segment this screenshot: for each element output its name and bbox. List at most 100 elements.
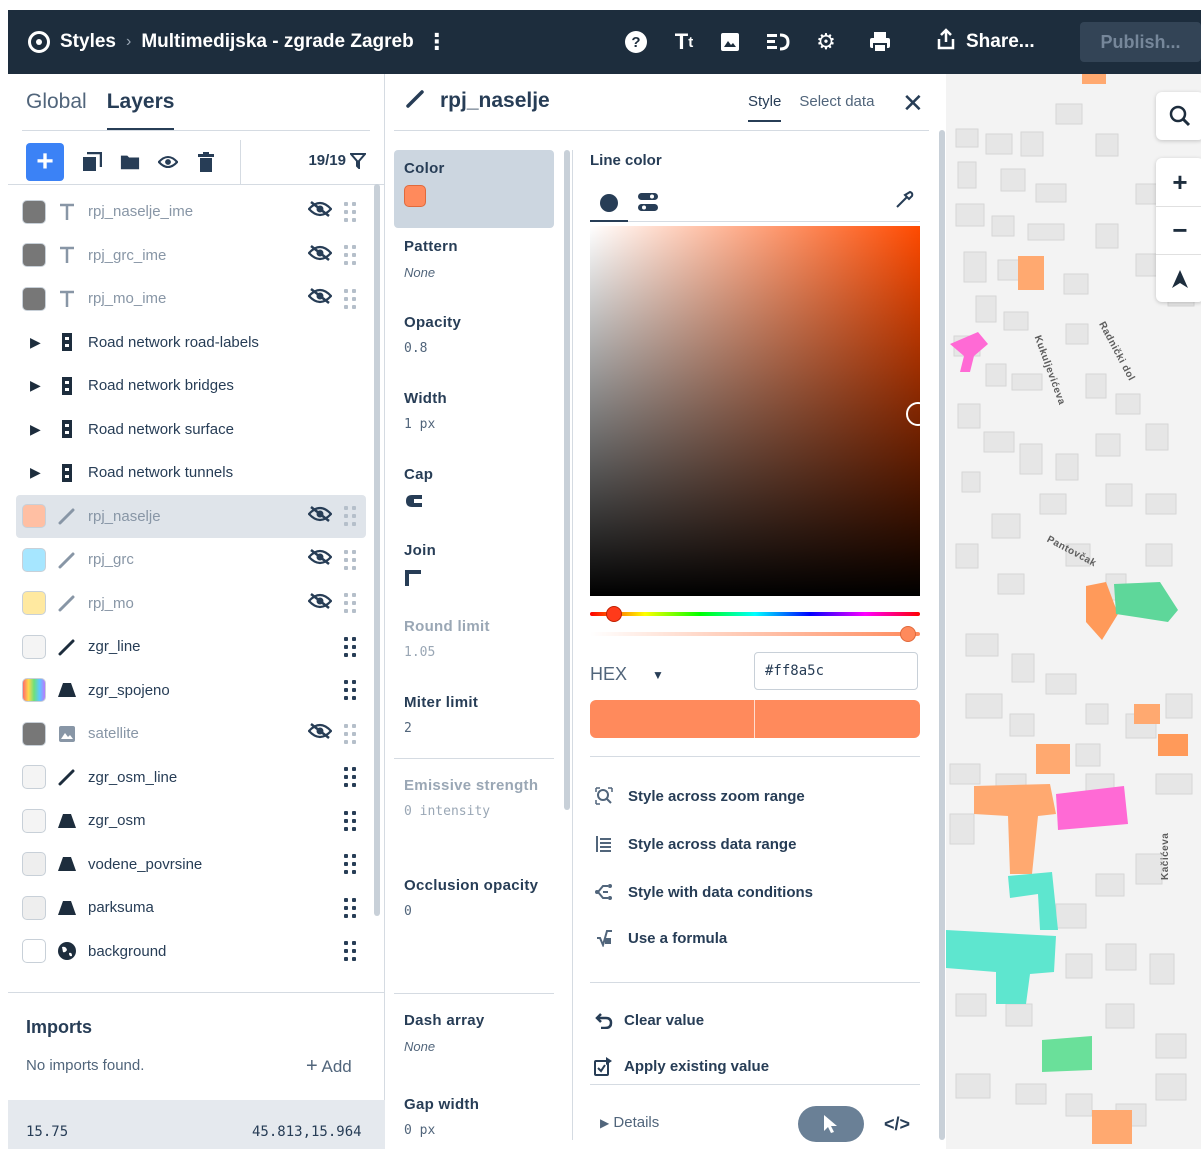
add-layer-button[interactable]: + [26,143,64,181]
clear-value-button[interactable]: Clear value [594,1010,704,1030]
layer-color-swatch[interactable] [22,808,46,833]
single-value-icon[interactable] [600,194,618,212]
compass-icon[interactable] [1156,254,1201,302]
eye-hidden-icon[interactable] [307,548,333,571]
drag-handle-icon[interactable] [344,810,358,831]
drag-handle-icon[interactable] [344,288,358,309]
help-icon[interactable]: ? [620,26,652,58]
property-color[interactable]: Color [394,150,554,228]
eye-hidden-icon[interactable] [307,200,333,223]
alpha-slider[interactable] [590,632,920,636]
property-miter-limit[interactable]: Miter limit 2 [394,684,554,750]
layer-color-swatch[interactable] [22,721,46,746]
style-across-data-range-button[interactable]: Style across data range [594,834,796,854]
property-width[interactable]: Width 1 px [394,380,554,456]
studio-logo-icon[interactable] [28,31,50,53]
image-icon[interactable] [714,26,746,58]
add-import-button[interactable]: + Add [306,1055,352,1078]
details-toggle[interactable]: ▶ Details [600,1114,659,1131]
layer-row[interactable]: rpj_mo_ime [16,277,366,321]
property-dash-array[interactable]: Dash array None [394,1002,554,1086]
drag-handle-icon[interactable] [344,941,358,962]
eye-icon[interactable] [158,151,178,173]
layer-color-swatch[interactable] [22,591,46,616]
layer-color-swatch[interactable] [22,895,46,920]
publish-button[interactable]: Publish... [1080,22,1201,62]
property-opacity[interactable]: Opacity 0.8 [394,304,554,380]
tab-layers[interactable]: Layers [106,90,175,130]
layer-row[interactable]: rpj_mo [16,582,366,626]
property-pattern[interactable]: Pattern None [394,228,554,304]
layer-color-swatch[interactable] [22,678,46,703]
drag-handle-icon[interactable] [344,506,358,527]
style-with-data-conditions-button[interactable]: Style with data conditions [594,882,813,902]
property-emissive-strength[interactable]: Emissive strength 0 intensity [394,767,554,867]
use-a-formula-button[interactable]: Use a formula [594,928,727,948]
code-icon[interactable]: </> [884,1114,910,1135]
layer-color-swatch[interactable] [22,547,46,572]
drag-handle-icon[interactable] [344,897,358,918]
layer-color-swatch[interactable] [22,286,46,311]
chevron-down-icon[interactable]: ▼ [652,668,664,682]
editor-scrollbar[interactable] [939,130,945,1140]
layer-row[interactable]: rpj_grc_ime [16,234,366,278]
layer-row[interactable]: satellite [16,712,366,756]
share-button[interactable]: Share... [936,28,1035,56]
inspect-mode-button[interactable] [798,1106,864,1142]
import-icon[interactable] [762,26,794,58]
layer-row[interactable]: background [16,930,366,974]
layer-row[interactable]: zgr_osm [16,799,366,843]
layer-row[interactable]: vodene_povrsine [16,843,366,887]
layer-row[interactable]: zgr_osm_line [16,756,366,800]
hue-slider[interactable] [590,612,920,616]
drag-handle-icon[interactable] [344,854,358,875]
expand-caret-icon[interactable]: ▶ [30,334,44,351]
layer-count-filter[interactable]: 19/19 [308,152,366,169]
map-view[interactable]: Kukuljevićeva Radnički dol Pantovčak Kač… [946,74,1201,1149]
property-round-limit[interactable]: Round limit 1.05 [394,608,554,684]
eyedropper-icon[interactable] [894,190,914,216]
duplicate-icon[interactable] [82,151,102,173]
typography-icon[interactable]: Tt [668,26,700,58]
hue-handle[interactable] [606,606,622,622]
layer-color-swatch[interactable] [22,765,46,790]
tab-style[interactable]: Style [748,93,782,122]
layer-row[interactable]: zgr_spojeno [16,669,366,713]
property-list-scrollbar[interactable] [564,150,570,810]
layer-color-swatch[interactable] [22,852,46,877]
zoom-in-icon[interactable]: + [1156,158,1201,206]
eye-hidden-icon[interactable] [307,244,333,267]
breadcrumb-styles-link[interactable]: Styles [60,31,116,53]
eye-hidden-icon[interactable] [307,505,333,528]
layer-row[interactable]: parksuma [16,886,366,930]
apply-existing-value-button[interactable]: Apply existing value [594,1056,769,1076]
layer-group-row[interactable]: ▶ Road network road-labels [16,321,366,365]
layer-color-swatch[interactable] [22,634,46,659]
settings-icon[interactable]: ⚙ [810,26,842,58]
drag-handle-icon[interactable] [344,723,358,744]
drag-handle-icon[interactable] [344,201,358,222]
hex-input[interactable] [754,652,918,690]
layer-group-row[interactable]: ▶ Road network tunnels [16,451,366,495]
expand-caret-icon[interactable]: ▶ [30,377,44,394]
search-icon[interactable] [1156,92,1201,140]
property-gap-width[interactable]: Gap width 0 px [394,1086,554,1146]
layer-color-swatch[interactable] [22,199,46,224]
color-format-select[interactable]: HEX [590,664,627,685]
trash-icon[interactable] [196,151,216,173]
saturation-picker[interactable] [590,226,930,596]
saturation-handle[interactable] [906,402,930,426]
layer-title[interactable]: rpj_naselje [440,89,550,113]
print-icon[interactable] [864,26,896,58]
layer-color-swatch[interactable] [22,504,46,529]
property-cap[interactable]: Cap [394,456,554,532]
drag-handle-icon[interactable] [344,245,358,266]
drag-handle-icon[interactable] [344,767,358,788]
layer-color-swatch[interactable] [22,243,46,268]
alpha-handle[interactable] [900,626,916,642]
folder-icon[interactable] [120,151,140,173]
zoom-out-icon[interactable]: − [1156,206,1201,254]
property-join[interactable]: Join [394,532,554,608]
layer-row[interactable]: rpj_naselje [16,494,366,538]
style-across-zoom-range-button[interactable]: Style across zoom range [594,786,805,806]
